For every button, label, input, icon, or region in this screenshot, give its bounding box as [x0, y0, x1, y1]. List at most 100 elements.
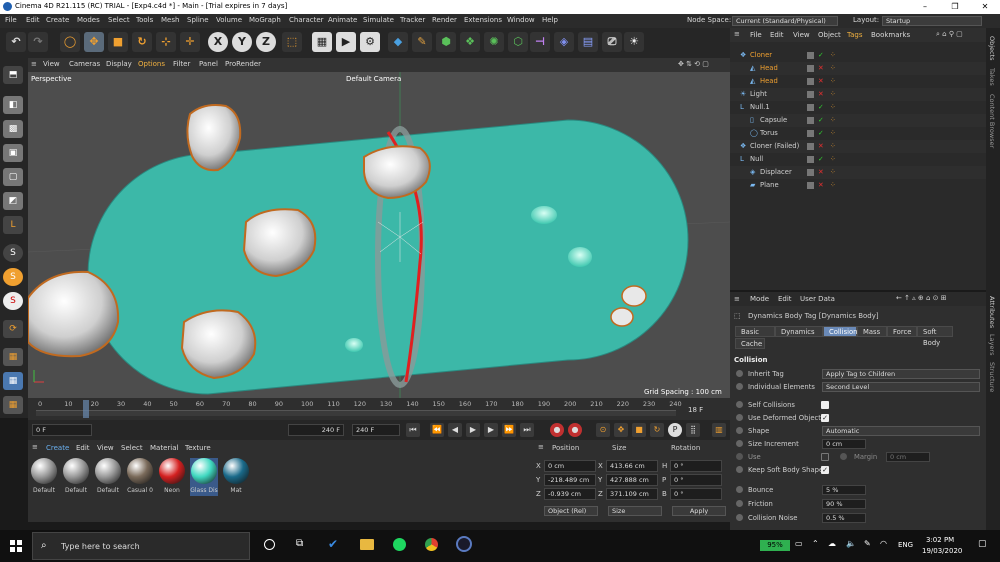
object-name[interactable]: Displacer — [760, 166, 792, 179]
vp-menu-display[interactable]: Display — [106, 60, 132, 68]
chrome-icon[interactable] — [425, 538, 438, 551]
pen-tray-icon[interactable]: ✎ — [864, 539, 871, 548]
object-name[interactable]: Cloner — [750, 49, 772, 62]
object-row[interactable]: ◈ Displacer ✕ ⁘ — [730, 166, 986, 179]
recent-tools-icon[interactable]: ⊹ — [156, 32, 176, 52]
key-position-button[interactable]: ⊙ — [596, 423, 610, 437]
key-scale-button[interactable]: ■ — [632, 423, 646, 437]
vp-menu-panel[interactable]: Panel — [199, 60, 218, 68]
autokey-button[interactable]: ● — [568, 423, 582, 437]
side-tab-structure[interactable]: Structure — [988, 362, 996, 392]
render-view-icon[interactable]: ▶ — [336, 32, 356, 52]
keep-soft-checkbox[interactable]: ✓ — [821, 466, 829, 474]
polygons-mode-icon[interactable]: ◩ — [3, 192, 23, 210]
play-button[interactable]: ▶ — [466, 423, 480, 437]
size-mode-select[interactable]: Size — [608, 506, 662, 516]
make-editable-icon[interactable]: ⬒ — [3, 66, 23, 84]
menu-edit[interactable]: Edit — [26, 16, 40, 24]
menu-spline[interactable]: Spline — [187, 16, 209, 24]
locked-workplane-icon[interactable]: ▦ — [3, 396, 23, 414]
file-explorer-icon[interactable] — [360, 539, 374, 550]
use-checkbox[interactable] — [821, 453, 829, 461]
object-tags-icon[interactable]: ⁘ — [830, 114, 836, 127]
coord-field[interactable]: 0 ° — [670, 488, 722, 500]
object-row[interactable]: ◭ Head ✕ ⁘ — [730, 75, 986, 88]
disabled-x-icon[interactable]: ✕ — [818, 62, 824, 75]
mat-menu-texture[interactable]: Texture — [185, 444, 211, 452]
menu-select[interactable]: Select — [108, 16, 130, 24]
z-axis-icon[interactable]: Z — [256, 32, 276, 52]
attr-menu-userdata[interactable]: User Data — [800, 295, 835, 303]
friction-radio[interactable] — [736, 500, 743, 507]
menu-simulate[interactable]: Simulate — [363, 16, 394, 24]
object-name[interactable]: Plane — [760, 179, 779, 192]
menu-animate[interactable]: Animate — [328, 16, 357, 24]
node-space-select[interactable]: Current (Standard/Physical) — [732, 16, 838, 26]
todo-icon[interactable]: ✔ — [328, 537, 338, 551]
menu-mograph[interactable]: MoGraph — [249, 16, 281, 24]
key-rotate-button[interactable]: ↻ — [650, 423, 664, 437]
end-frame-field-a[interactable]: 240 F — [288, 424, 344, 436]
visibility-toggle[interactable] — [807, 130, 814, 137]
cortana-icon[interactable] — [264, 539, 275, 550]
margin-field[interactable]: 0 cm — [886, 452, 930, 462]
object-row[interactable]: L Null ✓ ⁘ — [730, 153, 986, 166]
disabled-x-icon[interactable]: ✕ — [818, 75, 824, 88]
camera-icon[interactable]: ⎚ — [602, 32, 622, 52]
move-icon[interactable]: ✥ — [84, 32, 104, 52]
snap-workplane-icon[interactable]: S — [3, 292, 23, 310]
edges-mode-icon[interactable]: ▢ — [3, 168, 23, 186]
go-to-end-button[interactable]: ⏭ — [520, 423, 534, 437]
layout-select[interactable]: Startup — [882, 16, 982, 26]
tab-mass[interactable]: Mass — [857, 326, 887, 337]
apply-button[interactable]: Apply — [672, 506, 726, 516]
menu-modes[interactable]: Modes — [77, 16, 100, 24]
vp-menu-view[interactable]: View — [43, 60, 60, 68]
floor-icon[interactable]: ▤ — [578, 32, 598, 52]
workplane-icon[interactable]: ▦ — [3, 348, 23, 366]
viewport-camera[interactable]: Default Camera — [346, 75, 401, 83]
obj-menu-icon[interactable]: ≡ — [734, 30, 740, 38]
object-row[interactable]: ❖ Cloner (Failed) ✕ ⁘ — [730, 140, 986, 153]
side-tab-attributes[interactable]: Attributes — [988, 296, 996, 328]
visibility-toggle[interactable] — [807, 182, 814, 189]
object-name[interactable]: Null.1 — [750, 101, 770, 114]
visibility-toggle[interactable] — [807, 91, 814, 98]
tab-soft-body[interactable]: Soft Body — [917, 326, 953, 347]
size-increment-radio[interactable] — [736, 440, 743, 447]
object-tags-icon[interactable]: ⁘ — [830, 101, 836, 114]
object-row[interactable]: ▯ Capsule ✓ ⁘ — [730, 114, 986, 127]
visibility-toggle[interactable] — [807, 143, 814, 150]
object-row[interactable]: ☀ Light ✕ ⁘ — [730, 88, 986, 101]
cloud-icon[interactable]: ☁ — [828, 539, 836, 548]
shape-select[interactable]: Automatic — [822, 426, 980, 436]
side-tab-layers[interactable]: Layers — [988, 334, 996, 356]
object-tags-icon[interactable]: ⁘ — [830, 49, 836, 62]
mat-menu-material[interactable]: Material — [150, 444, 178, 452]
battery-icon[interactable]: ▭ — [795, 539, 803, 548]
cloner-icon[interactable]: ❖ — [460, 32, 480, 52]
object-row[interactable]: ◭ Head ✕ ⁘ — [730, 62, 986, 75]
tab-cache[interactable]: Cache — [735, 338, 765, 349]
environment-icon[interactable]: ◈ — [554, 32, 574, 52]
tab-collision[interactable]: Collision — [823, 326, 857, 337]
margin-radio[interactable] — [840, 453, 847, 460]
light-icon[interactable]: ☀ — [624, 32, 644, 52]
deformer-icon[interactable]: ✺ — [484, 32, 504, 52]
menu-volume[interactable]: Volume — [216, 16, 242, 24]
vp-menu-filter[interactable]: Filter — [173, 60, 190, 68]
prev-frame-button[interactable]: ◀ — [448, 423, 462, 437]
obj-menu-tags[interactable]: Tags — [847, 31, 863, 39]
rotate-icon[interactable]: ↻ — [132, 32, 152, 52]
object-name[interactable]: Head — [760, 62, 778, 75]
menu-create[interactable]: Create — [46, 16, 69, 24]
enabled-check-icon[interactable]: ✓ — [818, 49, 824, 62]
wifi-icon[interactable]: ◠ — [880, 539, 887, 548]
coord-field[interactable]: 413.66 cm — [606, 460, 658, 472]
object-row[interactable]: L Null.1 ✓ ⁘ — [730, 101, 986, 114]
mat-menu-create[interactable]: Create — [46, 444, 69, 452]
material-swatch[interactable]: Casual 0 — [126, 458, 154, 496]
visibility-toggle[interactable] — [807, 117, 814, 124]
individual-select[interactable]: Second Level — [822, 382, 980, 392]
battery-indicator[interactable]: 95% — [760, 540, 790, 551]
